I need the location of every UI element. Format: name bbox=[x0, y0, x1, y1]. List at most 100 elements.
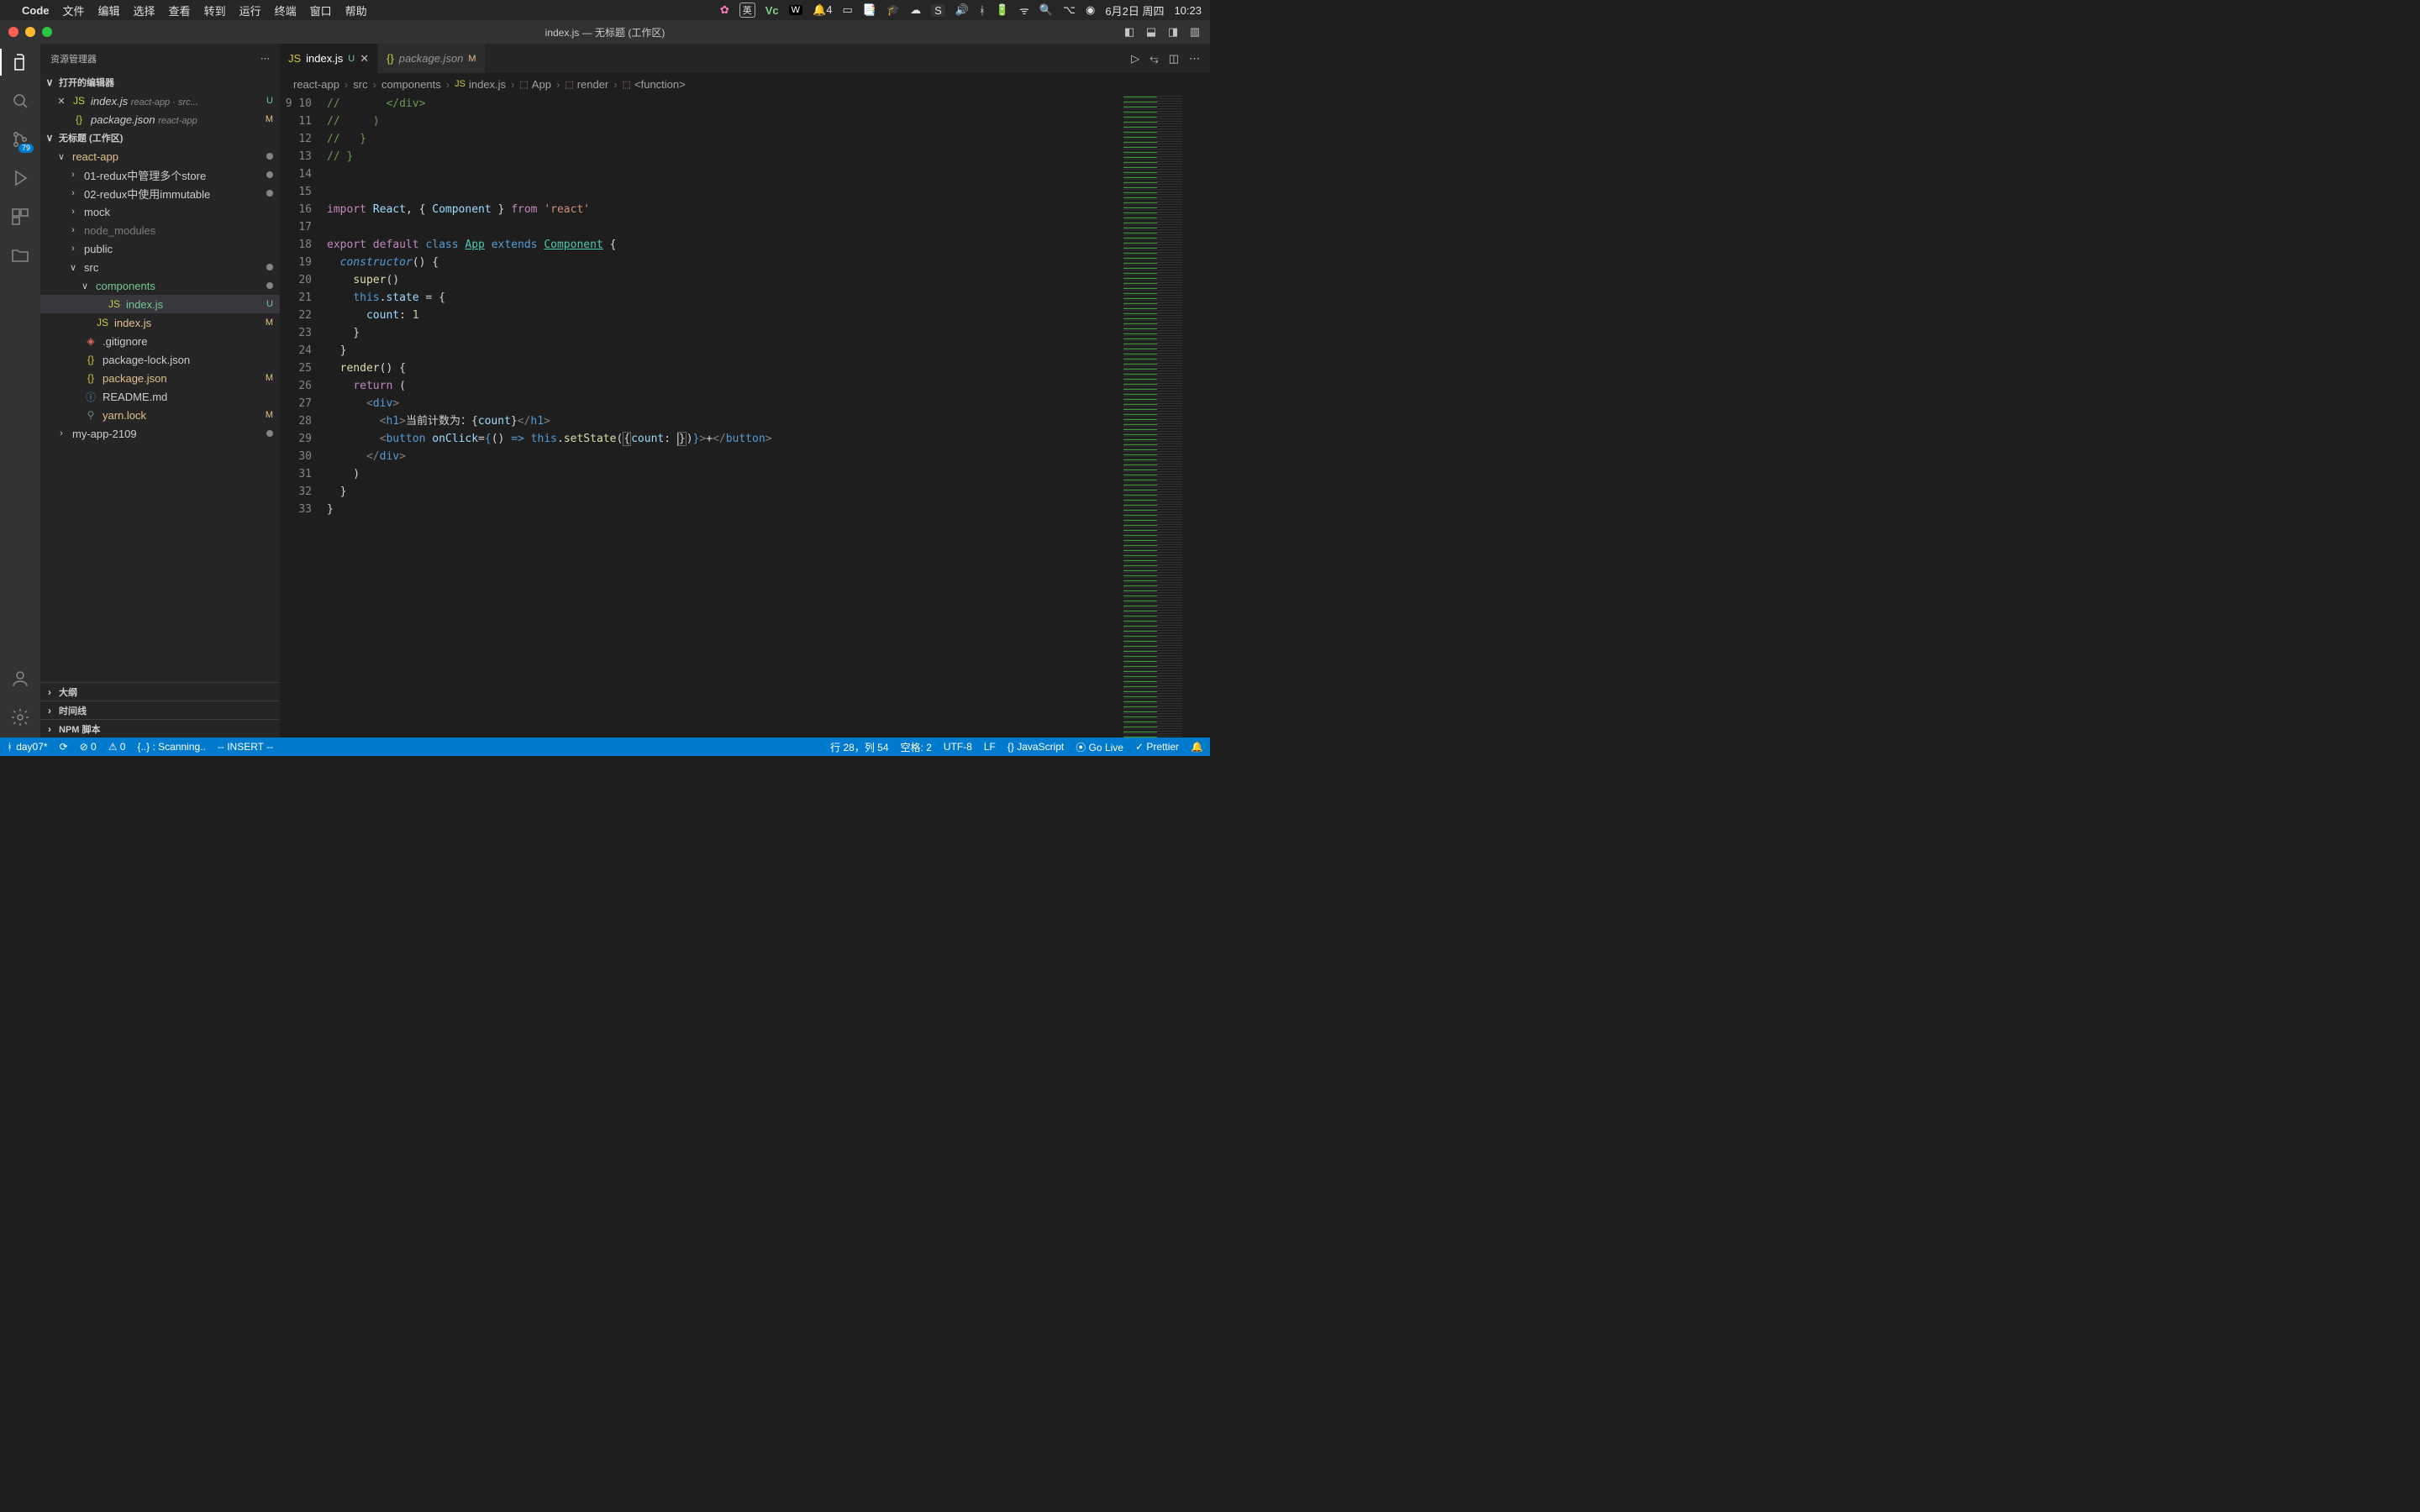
activity-search-icon[interactable] bbox=[8, 89, 32, 113]
layout-custom-icon[interactable]: ▥ bbox=[1186, 25, 1203, 39]
tray-siri-icon[interactable]: ◉ bbox=[1086, 3, 1095, 17]
status-spaces[interactable]: 空格: 2 bbox=[901, 740, 932, 754]
menu-go[interactable]: 转到 bbox=[204, 3, 226, 18]
menu-selection[interactable]: 选择 bbox=[134, 3, 155, 18]
breadcrumb-item[interactable]: JSindex.js bbox=[455, 78, 506, 91]
status-branch[interactable]: ᚼ day07* bbox=[7, 741, 48, 753]
breadcrumb-item[interactable]: components bbox=[381, 78, 441, 91]
folder-item[interactable]: ∨components bbox=[40, 276, 280, 295]
close-icon[interactable]: ✕ bbox=[55, 96, 67, 107]
npm-scripts-section[interactable]: ›NPM 脚本 bbox=[40, 719, 280, 738]
open-editor-item[interactable]: {}package.json react-appM bbox=[40, 110, 280, 129]
folder-item[interactable]: ›mock bbox=[40, 202, 280, 221]
file-item[interactable]: JSindex.jsM bbox=[40, 313, 280, 332]
menu-run[interactable]: 运行 bbox=[239, 3, 261, 18]
tray-spotlight-icon[interactable]: 🔍 bbox=[1039, 3, 1053, 17]
breadcrumb-item[interactable]: ⬚<function> bbox=[623, 78, 686, 91]
tray-w-icon[interactable]: W bbox=[789, 5, 802, 15]
window-maximize-button[interactable] bbox=[42, 27, 52, 37]
tray-bell-icon[interactable]: 🔔4 bbox=[813, 3, 832, 17]
open-editor-item[interactable]: ✕JSindex.js react-app · src...U bbox=[40, 92, 280, 110]
window-close-button[interactable] bbox=[8, 27, 18, 37]
editor-pane[interactable]: 9 10 11 12 13 14 15 16 17 18 19 20 21 22… bbox=[280, 95, 1210, 738]
folder-item[interactable]: ›01-redux中管理多个store bbox=[40, 165, 280, 184]
layout-right-icon[interactable]: ◨ bbox=[1165, 25, 1181, 39]
breadcrumb-item[interactable]: ⬚render bbox=[565, 78, 608, 91]
tab-more-icon[interactable]: ⋯ bbox=[1189, 52, 1200, 66]
menu-file[interactable]: 文件 bbox=[63, 3, 85, 18]
status-golive[interactable]: ⦿ Go Live bbox=[1076, 740, 1123, 754]
activity-scm-icon[interactable]: 79 bbox=[8, 128, 32, 151]
tray-bluetooth-icon[interactable]: ᚼ bbox=[979, 4, 986, 17]
status-encoding[interactable]: UTF-8 bbox=[944, 741, 972, 753]
editor-tab[interactable]: {}package.jsonM bbox=[378, 44, 485, 73]
tab-close-icon[interactable]: ✕ bbox=[360, 52, 369, 66]
folder-item[interactable]: ∨src bbox=[40, 258, 280, 276]
workspace-section[interactable]: ∨ 无标题 (工作区) bbox=[40, 129, 280, 147]
tray-wifi-icon[interactable]: ᯤ bbox=[1019, 3, 1029, 18]
folder-item[interactable]: ›my-app-2109 bbox=[40, 424, 280, 443]
activity-extensions-icon[interactable] bbox=[8, 205, 32, 228]
activity-folder-icon[interactable] bbox=[8, 244, 32, 267]
tray-tabs-icon[interactable]: ▭ bbox=[842, 3, 852, 17]
layout-bottom-icon[interactable]: ⬓ bbox=[1143, 25, 1160, 39]
file-item[interactable]: {}package-lock.json bbox=[40, 350, 280, 369]
code-content[interactable]: // </div>// )// }// } import React, { Co… bbox=[327, 95, 1210, 738]
activity-account-icon[interactable] bbox=[8, 667, 32, 690]
run-icon[interactable]: ▷ bbox=[1131, 52, 1139, 66]
tray-s-icon[interactable]: S bbox=[931, 4, 945, 17]
status-warnings[interactable]: ⚠ 0 bbox=[108, 741, 126, 753]
folder-item[interactable]: ›public bbox=[40, 239, 280, 258]
layout-left-icon[interactable]: ◧ bbox=[1121, 25, 1138, 39]
sidebar-more-icon[interactable]: ⋯ bbox=[260, 53, 270, 64]
tray-control-icon[interactable]: ⌥ bbox=[1063, 3, 1076, 17]
tray-battery-icon[interactable]: 🔋 bbox=[996, 3, 1009, 17]
split-icon[interactable]: ◫ bbox=[1169, 52, 1179, 66]
file-item[interactable]: ⚲yarn.lockM bbox=[40, 406, 280, 424]
file-item[interactable]: {}package.jsonM bbox=[40, 369, 280, 387]
folder-item[interactable]: ›02-redux中使用immutable bbox=[40, 184, 280, 202]
open-editors-section[interactable]: ∨ 打开的编辑器 bbox=[40, 73, 280, 92]
status-prettier[interactable]: ✓ Prettier bbox=[1135, 741, 1179, 753]
breadcrumb-item[interactable]: ⬚App bbox=[519, 78, 551, 91]
timeline-section[interactable]: ›时间线 bbox=[40, 701, 280, 719]
file-item[interactable]: ⓘREADME.md bbox=[40, 387, 280, 406]
activity-explorer-icon[interactable] bbox=[8, 50, 32, 74]
file-item[interactable]: ◈.gitignore bbox=[40, 332, 280, 350]
menu-terminal[interactable]: 终端 bbox=[275, 3, 297, 18]
menu-help[interactable]: 帮助 bbox=[345, 3, 367, 18]
status-sync[interactable]: ⟳ bbox=[60, 741, 68, 753]
status-language[interactable]: {} JavaScript bbox=[1007, 741, 1064, 753]
tray-vc-icon[interactable]: Vc bbox=[765, 4, 779, 17]
tray-book-icon[interactable]: 📑 bbox=[863, 3, 876, 17]
minimap[interactable] bbox=[1118, 95, 1210, 738]
app-name[interactable]: Code bbox=[22, 4, 50, 17]
tray-date[interactable]: 6月2日 周四 bbox=[1105, 3, 1164, 18]
menu-window[interactable]: 窗口 bbox=[310, 3, 332, 18]
breadcrumb-item[interactable]: react-app bbox=[293, 78, 339, 91]
menu-edit[interactable]: 编辑 bbox=[98, 3, 120, 18]
activity-debug-icon[interactable] bbox=[8, 166, 32, 190]
window-minimize-button[interactable] bbox=[25, 27, 35, 37]
tray-time[interactable]: 10:23 bbox=[1174, 4, 1202, 17]
status-bell-icon[interactable]: 🔔 bbox=[1191, 741, 1203, 753]
tray-hat-icon[interactable]: 🎓 bbox=[886, 3, 900, 17]
folder-item[interactable]: ∨react-app bbox=[40, 147, 280, 165]
folder-item[interactable]: ›node_modules bbox=[40, 221, 280, 239]
outline-section[interactable]: ›大纲 bbox=[40, 682, 280, 701]
activity-settings-icon[interactable] bbox=[8, 706, 32, 729]
menu-view[interactable]: 查看 bbox=[169, 3, 191, 18]
tray-ime-icon[interactable]: 英 bbox=[739, 3, 755, 18]
status-position[interactable]: 行 28，列 54 bbox=[830, 740, 888, 754]
compare-icon[interactable]: ⥃ bbox=[1150, 52, 1158, 66]
breadcrumbs[interactable]: react-app›src›components›JSindex.js›⬚App… bbox=[280, 73, 1210, 95]
breadcrumb-item[interactable]: src bbox=[353, 78, 367, 91]
tray-volume-icon[interactable]: 🔊 bbox=[955, 3, 969, 17]
editor-tab[interactable]: JSindex.jsU✕ bbox=[280, 44, 378, 73]
status-errors[interactable]: ⊘ 0 bbox=[80, 741, 97, 753]
status-eol[interactable]: LF bbox=[984, 741, 996, 753]
tray-flower-icon[interactable]: ✿ bbox=[720, 3, 729, 17]
status-scanning[interactable]: {..} : Scanning.. bbox=[137, 741, 205, 753]
file-item[interactable]: JSindex.jsU bbox=[40, 295, 280, 313]
tray-cloud-icon[interactable]: ☁ bbox=[910, 3, 921, 17]
